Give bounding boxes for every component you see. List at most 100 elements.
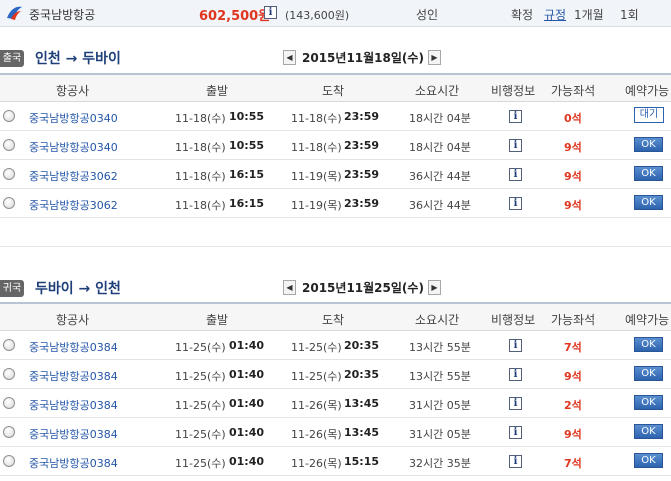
- flight-duration: 36시간 44분: [409, 170, 471, 183]
- flight-duration: 36시간 44분: [409, 199, 471, 212]
- fare-summary-bar: 중국남방항공 602,500원 i (143,600원) 성인 확정 규정 1개…: [0, 0, 671, 27]
- depart-time: 01:40: [229, 455, 265, 468]
- col-flight-info: 비행정보: [491, 84, 536, 98]
- flight-airline-link[interactable]: 중국남방항공0384: [29, 368, 118, 384]
- flight-select-radio[interactable]: [3, 110, 15, 122]
- col-arrive: 도착: [322, 313, 345, 327]
- depart-time: 10:55: [229, 110, 265, 123]
- available-seats: 0석: [564, 112, 582, 125]
- arrive-time: 23:59: [344, 168, 380, 181]
- reserve-ok-button[interactable]: OK: [634, 195, 663, 210]
- reserve-ok-button[interactable]: OK: [634, 453, 663, 468]
- table-header: 항공사 출발 도착 소요시간 비행정보 가능좌석 예약가능: [0, 75, 671, 102]
- flight-row[interactable]: 중국남방항공3062 11-18(수) 16:15 11-19(목) 23:59 36시간…: [0, 189, 671, 218]
- flight-duration: 13시간 55분: [409, 370, 471, 383]
- inbound-header: 귀국 두바이 → 인천 ◀ 2015년11월25일(수) ▶: [0, 278, 671, 300]
- flight-airline-link[interactable]: 중국남방항공3062: [29, 197, 118, 213]
- depart-time: 10:55: [229, 139, 265, 152]
- arrive-date: 11-18(수): [291, 141, 342, 154]
- info-icon[interactable]: i: [509, 168, 522, 181]
- flight-airline-link[interactable]: 중국남방항공0384: [29, 397, 118, 413]
- flight-duration: 31시간 05분: [409, 428, 471, 441]
- arrive-time: 20:35: [344, 339, 380, 352]
- depart-date: 11-25(수): [175, 399, 226, 412]
- flight-select-radio[interactable]: [3, 168, 15, 180]
- flight-select-radio[interactable]: [3, 426, 15, 438]
- arrive-date: 11-25(수): [291, 370, 342, 383]
- flight-airline-link[interactable]: 중국남방항공0340: [29, 110, 118, 126]
- available-seats: 7석: [564, 341, 582, 354]
- waitlist-button[interactable]: 대기: [634, 107, 664, 123]
- inbound-date: 2015년11월25일(수): [302, 281, 424, 295]
- flight-select-radio[interactable]: [3, 455, 15, 467]
- flight-row[interactable]: 중국남방항공0340 11-18(수) 10:55 11-18(수) 23:59 18시간…: [0, 131, 671, 160]
- trip-count: 1회: [620, 8, 639, 22]
- flight-row[interactable]: 중국남방항공0384 11-25(수) 01:40 11-26(목) 15:15 32시간…: [0, 447, 671, 476]
- depart-time: 16:15: [229, 168, 265, 181]
- flight-row[interactable]: 중국남방항공3062 11-18(수) 16:15 11-19(목) 23:59 36시간…: [0, 160, 671, 189]
- flight-select-radio[interactable]: [3, 368, 15, 380]
- reserve-ok-button[interactable]: OK: [634, 366, 663, 381]
- flight-row[interactable]: 중국남방항공0384 11-25(수) 01:40 11-26(목) 13:45 31시간…: [0, 418, 671, 447]
- flight-select-radio[interactable]: [3, 397, 15, 409]
- available-seats: 9석: [564, 428, 582, 441]
- arrive-date: 11-18(수): [291, 112, 342, 125]
- flight-row[interactable]: 중국남방항공0340 11-18(수) 10:55 11-18(수) 23:59 18시간…: [0, 102, 671, 131]
- info-icon[interactable]: i: [509, 368, 522, 381]
- flight-row[interactable]: 중국남방항공0384 11-25(수) 01:40 11-25(수) 20:35 13시간…: [0, 360, 671, 389]
- arrive-time: 15:15: [344, 455, 380, 468]
- outbound-header: 출국 인천 → 두바이 ◀ 2015년11월18일(수) ▶: [0, 48, 671, 70]
- prev-date-icon[interactable]: ◀: [283, 50, 296, 65]
- info-icon[interactable]: i: [509, 110, 522, 123]
- flight-airline-link[interactable]: 중국남방항공0340: [29, 139, 118, 155]
- next-date-icon[interactable]: ▶: [428, 50, 441, 65]
- depart-time: 01:40: [229, 426, 265, 439]
- reserve-ok-button[interactable]: OK: [634, 424, 663, 439]
- col-depart: 출발: [206, 84, 229, 98]
- arrive-time: 23:59: [344, 139, 380, 152]
- flight-airline-link[interactable]: 중국남방항공3062: [29, 168, 118, 184]
- col-seats: 가능좌석: [551, 313, 596, 327]
- flight-select-radio[interactable]: [3, 339, 15, 351]
- col-reserve: 예약가능: [625, 84, 670, 98]
- info-icon[interactable]: i: [264, 6, 277, 19]
- airline-name: 중국남방항공: [29, 8, 96, 22]
- flight-row[interactable]: 중국남방항공0384 11-25(수) 01:40 11-25(수) 20:35 13시간…: [0, 331, 671, 360]
- col-arrive: 도착: [322, 84, 345, 98]
- info-icon[interactable]: i: [509, 397, 522, 410]
- info-icon[interactable]: i: [509, 339, 522, 352]
- flight-select-radio[interactable]: [3, 139, 15, 151]
- info-icon[interactable]: i: [509, 197, 522, 210]
- depart-time: 16:15: [229, 197, 265, 210]
- col-seats: 가능좌석: [551, 84, 596, 98]
- total-price: 602,500원: [199, 9, 271, 24]
- booking-status: 확정: [511, 8, 534, 22]
- info-icon[interactable]: i: [509, 139, 522, 152]
- info-icon[interactable]: i: [509, 455, 522, 468]
- info-icon[interactable]: i: [509, 426, 522, 439]
- flight-row[interactable]: 중국남방항공0384 11-25(수) 01:40 11-26(목) 13:45 31시간…: [0, 389, 671, 418]
- col-reserve: 예약가능: [625, 313, 670, 327]
- flight-duration: 18시간 04분: [409, 141, 471, 154]
- flight-airline-link[interactable]: 중국남방항공0384: [29, 339, 118, 355]
- flight-select-radio[interactable]: [3, 197, 15, 209]
- arrive-date: 11-19(목): [291, 170, 342, 183]
- depart-date: 11-25(수): [175, 428, 226, 441]
- available-seats: 2석: [564, 399, 582, 412]
- flight-airline-link[interactable]: 중국남방항공0384: [29, 455, 118, 471]
- inbound-badge: 귀국: [0, 280, 24, 297]
- flight-airline-link[interactable]: 중국남방항공0384: [29, 426, 118, 442]
- next-date-icon[interactable]: ▶: [428, 280, 441, 295]
- reserve-ok-button[interactable]: OK: [634, 137, 663, 152]
- arrive-time: 23:59: [344, 197, 380, 210]
- prev-date-icon[interactable]: ◀: [283, 280, 296, 295]
- arrive-time: 13:45: [344, 426, 380, 439]
- fare-rules-link[interactable]: 규정: [544, 6, 566, 23]
- passenger-type: 성인: [416, 8, 439, 22]
- col-depart: 출발: [206, 313, 229, 327]
- flight-duration: 18시간 04분: [409, 112, 471, 125]
- reserve-ok-button[interactable]: OK: [634, 337, 663, 352]
- reserve-ok-button[interactable]: OK: [634, 166, 663, 181]
- reserve-ok-button[interactable]: OK: [634, 395, 663, 410]
- col-duration: 소요시간: [415, 84, 460, 98]
